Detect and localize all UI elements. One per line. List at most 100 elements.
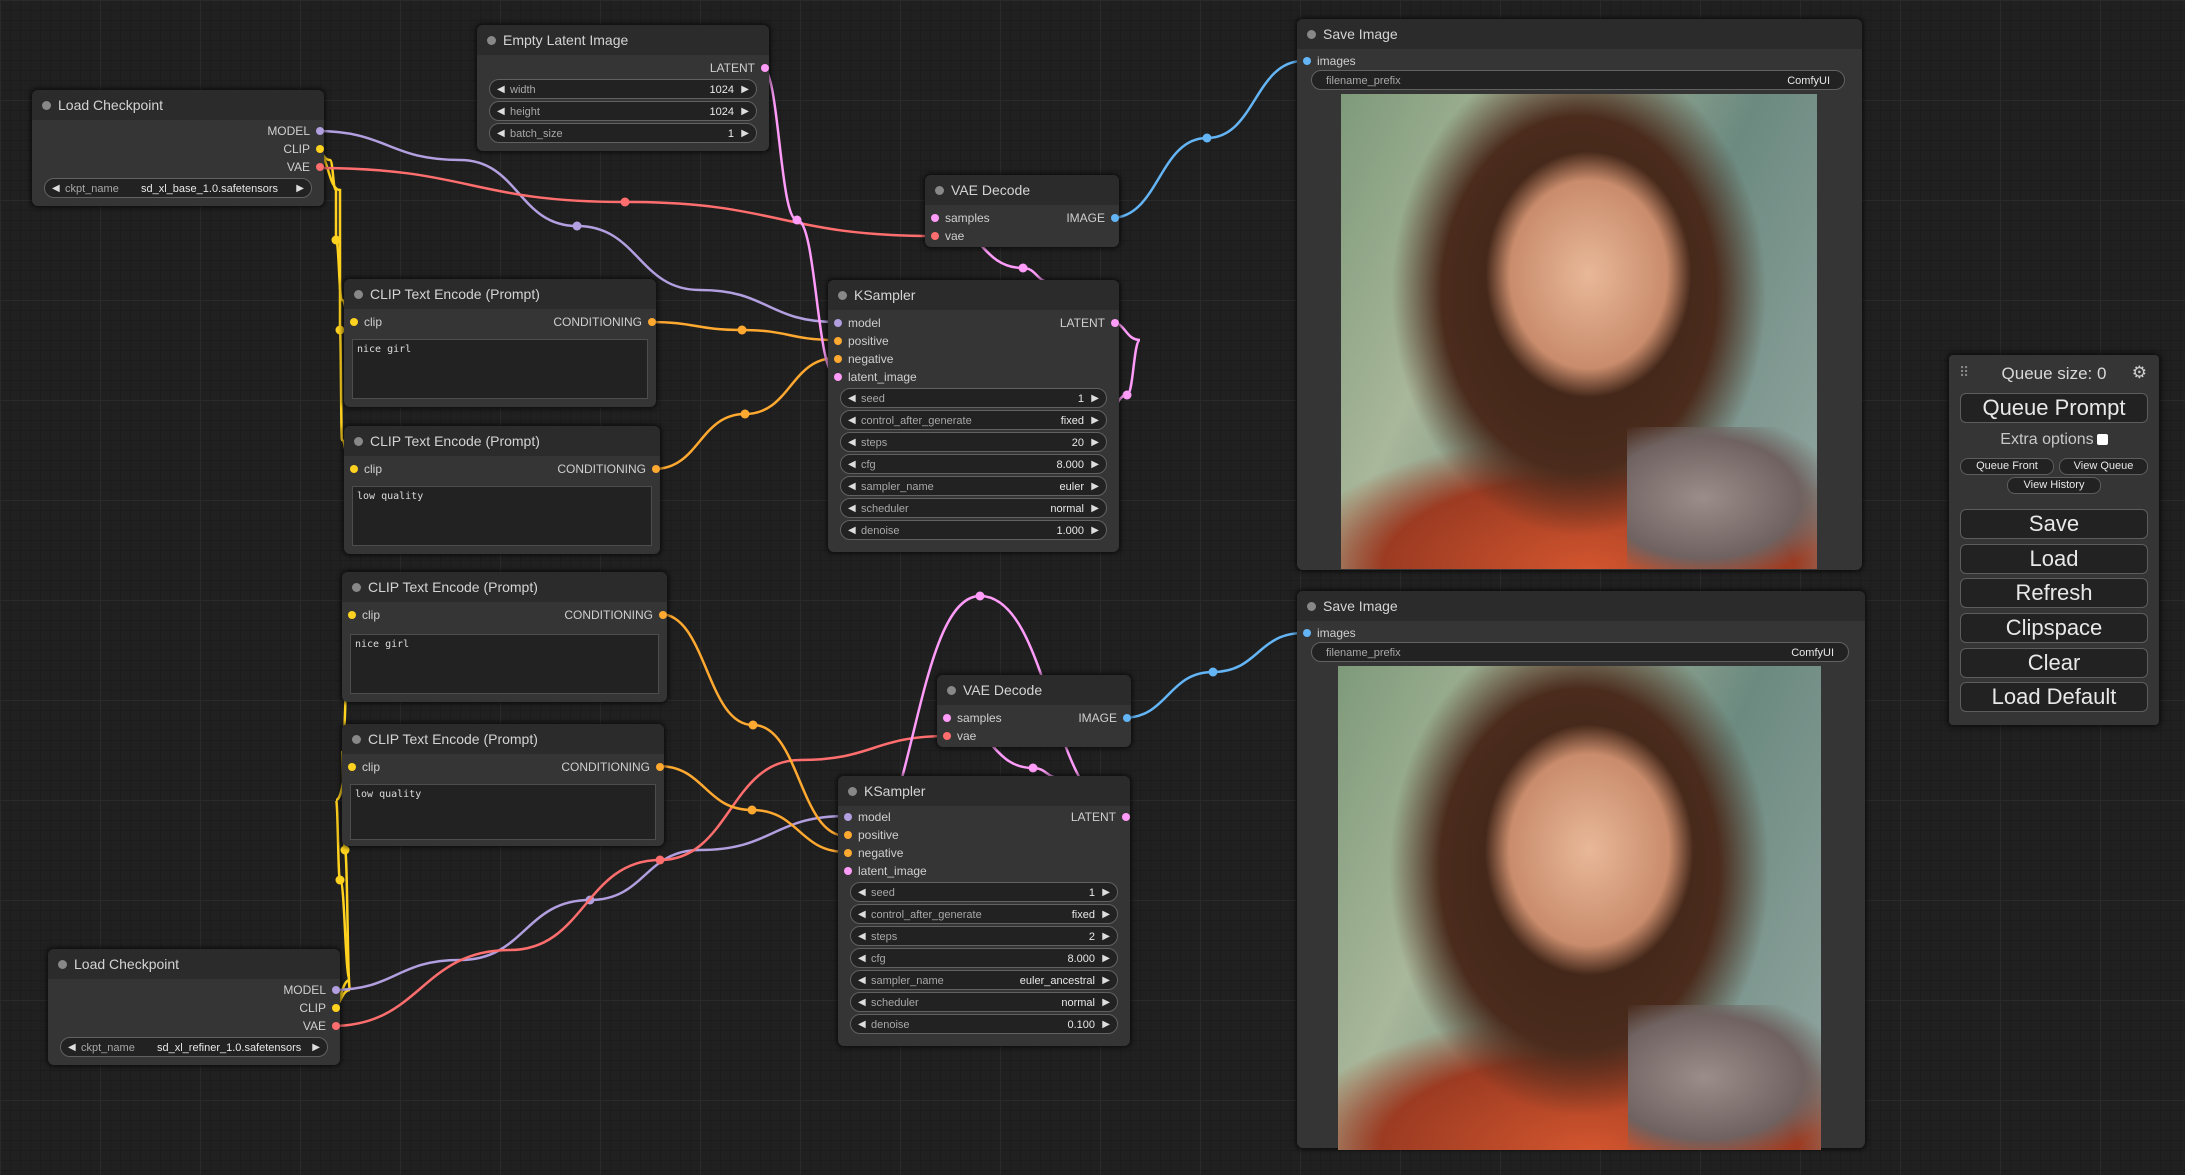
input-images[interactable]: images [1303, 54, 1356, 68]
gear-icon[interactable]: ⚙ [2132, 363, 2147, 383]
arrow-left-icon[interactable]: ◀ [858, 927, 866, 947]
prompt-textarea[interactable]: nice girl [352, 339, 648, 399]
slot-dot-icon[interactable] [761, 64, 769, 72]
output-model[interactable]: MODEL [283, 983, 340, 997]
slot-dot-icon[interactable] [931, 214, 939, 222]
denoise-widget[interactable]: ◀ denoise 0.100 ▶ [850, 1014, 1118, 1034]
arrow-left-icon[interactable]: ◀ [858, 949, 866, 969]
arrow-right-icon[interactable]: ▶ [1091, 433, 1099, 453]
node-title[interactable]: VAE Decode [925, 175, 1119, 205]
link-image-2-midpoint-icon[interactable] [1208, 667, 1218, 677]
collapse-dot-icon[interactable] [354, 437, 363, 446]
arrow-right-icon[interactable]: ▶ [1102, 883, 1110, 903]
output-conditioning[interactable]: CONDITIONING [557, 462, 660, 476]
collapse-dot-icon[interactable] [947, 686, 956, 695]
link-clip-1-midpoint-icon[interactable] [331, 235, 341, 245]
arrow-right-icon[interactable]: ▶ [1102, 993, 1110, 1013]
arrow-right-icon[interactable]: ▶ [312, 1038, 320, 1058]
link-cond-4-midpoint-icon[interactable] [747, 805, 757, 815]
arrow-right-icon[interactable]: ▶ [1091, 477, 1099, 497]
slot-dot-icon[interactable] [1122, 813, 1130, 821]
arrow-left-icon[interactable]: ◀ [848, 521, 856, 541]
output-image[interactable]: IMAGE [1066, 211, 1119, 225]
slot-dot-icon[interactable] [348, 763, 356, 771]
arrow-left-icon[interactable]: ◀ [68, 1038, 76, 1058]
collapse-dot-icon[interactable] [848, 787, 857, 796]
arrow-right-icon[interactable]: ▶ [1091, 455, 1099, 475]
filename-prefix-widget[interactable]: filename_prefix ComfyUI [1311, 642, 1849, 662]
collapse-dot-icon[interactable] [354, 290, 363, 299]
link-image-1[interactable] [1109, 59, 1305, 220]
input-model[interactable]: model [844, 810, 891, 824]
slot-dot-icon[interactable] [931, 232, 939, 240]
output-conditioning[interactable]: CONDITIONING [564, 608, 667, 622]
clip-text-encode-node-2[interactable]: CLIP Text Encode (Prompt) clip CONDITION… [344, 426, 660, 554]
slot-dot-icon[interactable] [316, 127, 324, 135]
vae-decode-node-2[interactable]: VAE Decode samples vae IMAGE [937, 675, 1131, 747]
slot-dot-icon[interactable] [350, 465, 358, 473]
link-latent-1-midpoint-icon[interactable] [792, 215, 802, 225]
slot-dot-icon[interactable] [1303, 629, 1311, 637]
ksampler-node-1[interactable]: KSampler model positive negative latent_… [828, 280, 1119, 552]
collapse-dot-icon[interactable] [1307, 602, 1316, 611]
prompt-textarea[interactable]: low quality [350, 784, 656, 840]
view-queue-button[interactable]: View Queue [2059, 458, 2148, 475]
load-default-button[interactable]: Load Default [1960, 682, 2148, 712]
collapse-dot-icon[interactable] [42, 101, 51, 110]
prompt-textarea[interactable]: nice girl [350, 634, 659, 694]
arrow-left-icon[interactable]: ◀ [858, 883, 866, 903]
scheduler-widget[interactable]: ◀ scheduler normal ▶ [850, 992, 1118, 1012]
arrow-left-icon[interactable]: ◀ [848, 477, 856, 497]
input-negative[interactable]: negative [844, 846, 903, 860]
link-cond-3-midpoint-icon[interactable] [748, 720, 758, 730]
link-samples-2b-midpoint-icon[interactable] [1028, 763, 1038, 773]
arrow-left-icon[interactable]: ◀ [497, 80, 505, 100]
slot-dot-icon[interactable] [844, 831, 852, 839]
slot-dot-icon[interactable] [844, 867, 852, 875]
slot-dot-icon[interactable] [943, 714, 951, 722]
arrow-left-icon[interactable]: ◀ [858, 993, 866, 1013]
arrow-left-icon[interactable]: ◀ [52, 179, 60, 199]
arrow-right-icon[interactable]: ▶ [741, 124, 749, 144]
output-clip[interactable]: CLIP [283, 142, 324, 156]
input-clip[interactable]: clip [348, 608, 380, 622]
node-title[interactable]: Load Checkpoint [48, 949, 340, 979]
clipspace-button[interactable]: Clipspace [1960, 613, 2148, 643]
cfg-widget[interactable]: ◀ cfg 8.000 ▶ [850, 948, 1118, 968]
arrow-right-icon[interactable]: ▶ [1102, 971, 1110, 991]
denoise-widget[interactable]: ◀ denoise 1.000 ▶ [840, 520, 1107, 540]
output-latent[interactable]: LATENT [1071, 810, 1130, 824]
link-latent-2-midpoint-icon[interactable] [1122, 390, 1132, 400]
save-button[interactable]: Save [1960, 509, 2148, 539]
node-title[interactable]: CLIP Text Encode (Prompt) [344, 426, 660, 456]
slot-dot-icon[interactable] [659, 611, 667, 619]
output-image[interactable]: IMAGE [1078, 711, 1131, 725]
clear-button[interactable]: Clear [1960, 648, 2148, 678]
node-title[interactable]: KSampler [838, 776, 1130, 806]
empty-latent-image-node[interactable]: Empty Latent Image LATENT ◀ width 1024 ▶ ◀ h… [477, 25, 769, 151]
output-latent[interactable]: LATENT [710, 61, 769, 75]
link-clip-4-midpoint-icon[interactable] [335, 875, 345, 885]
prompt-textarea[interactable]: low quality [352, 486, 652, 546]
input-vae[interactable]: vae [931, 229, 964, 243]
queue-front-button[interactable]: Queue Front [1960, 458, 2054, 475]
link-image-2[interactable] [1121, 631, 1305, 720]
link-cond-1[interactable] [648, 320, 838, 342]
link-vae-1-midpoint-icon[interactable] [620, 197, 630, 207]
load-checkpoint-node-2[interactable]: Load Checkpoint MODEL CLIP VAE ◀ ckpt_na… [48, 949, 340, 1065]
arrow-right-icon[interactable]: ▶ [741, 80, 749, 100]
node-title[interactable]: CLIP Text Encode (Prompt) [342, 572, 667, 602]
sampler-name-widget[interactable]: ◀ sampler_name euler ▶ [840, 476, 1107, 496]
arrow-left-icon[interactable]: ◀ [848, 433, 856, 453]
slot-dot-icon[interactable] [834, 355, 842, 363]
input-samples[interactable]: samples [943, 711, 1002, 725]
save-image-node-1[interactable]: Save Image images filename_prefix ComfyUI [1297, 19, 1862, 570]
link-cond-2-midpoint-icon[interactable] [740, 409, 750, 419]
link-image-1-midpoint-icon[interactable] [1202, 133, 1212, 143]
arrow-right-icon[interactable]: ▶ [296, 179, 304, 199]
input-vae[interactable]: vae [943, 729, 976, 743]
link-cond-3[interactable] [658, 612, 848, 838]
input-images[interactable]: images [1303, 626, 1356, 640]
input-positive[interactable]: positive [834, 334, 889, 348]
link-cond-1-midpoint-icon[interactable] [737, 325, 747, 335]
